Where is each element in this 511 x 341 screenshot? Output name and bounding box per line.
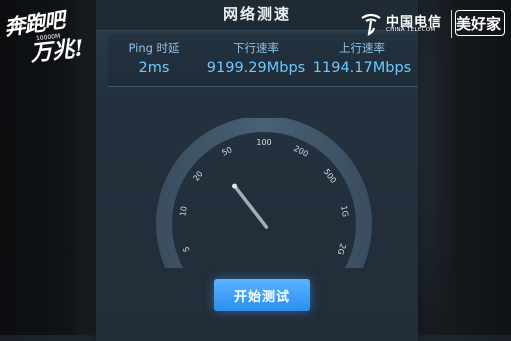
gauge-hub: [232, 183, 238, 189]
gauge-tick-label: 500: [322, 167, 338, 185]
china-telecom-logo: 中国电信 CHINA TELECOM: [360, 12, 450, 38]
gauge-tick-label: 5: [181, 245, 191, 253]
speed-gauge: 051020501002005001G2G5G: [156, 118, 372, 268]
gauge-tick-label: 1G: [339, 205, 350, 218]
partner-logo-text: 美好家: [456, 15, 502, 33]
gauge-needle: [232, 184, 269, 229]
upload-label: 上行速率: [339, 41, 385, 55]
download-label: 下行速率: [233, 41, 279, 55]
show-logo: 奔跑吧 10000M 万兆!: [2, 7, 96, 68]
china-telecom-icon: [361, 13, 381, 36]
start-test-button[interactable]: 开始测试: [214, 279, 310, 311]
gauge-tick-label: 10: [178, 206, 188, 217]
upload-stat: 上行速率 1194.17Mbps: [308, 40, 416, 76]
ping-value: 2ms: [138, 60, 170, 76]
ping-stat: Ping 时延 2ms: [112, 40, 196, 76]
screen: 奔跑吧 10000M 万兆! 网络测速 Ping 时延 2ms 下行速率 919…: [0, 0, 511, 341]
gauge-tick-label: 2G: [335, 242, 347, 256]
gauge-tick-label: 100: [256, 138, 271, 147]
gauge-tick-label: 20: [191, 169, 204, 183]
gauge-tick-label: 200: [292, 144, 310, 159]
download-stat: 下行速率 9199.29Mbps: [200, 40, 312, 76]
download-value: 9199.29Mbps: [206, 60, 306, 76]
gauge-tick-label: 50: [220, 145, 233, 158]
show-logo-line2: 万兆!: [28, 35, 86, 67]
right-bezel: [421, 0, 511, 335]
china-telecom-en: CHINA TELECOM: [386, 27, 436, 33]
logo-divider: [451, 10, 452, 38]
upload-value: 1194.17Mbps: [312, 60, 412, 76]
ping-label: Ping 时延: [128, 41, 180, 55]
